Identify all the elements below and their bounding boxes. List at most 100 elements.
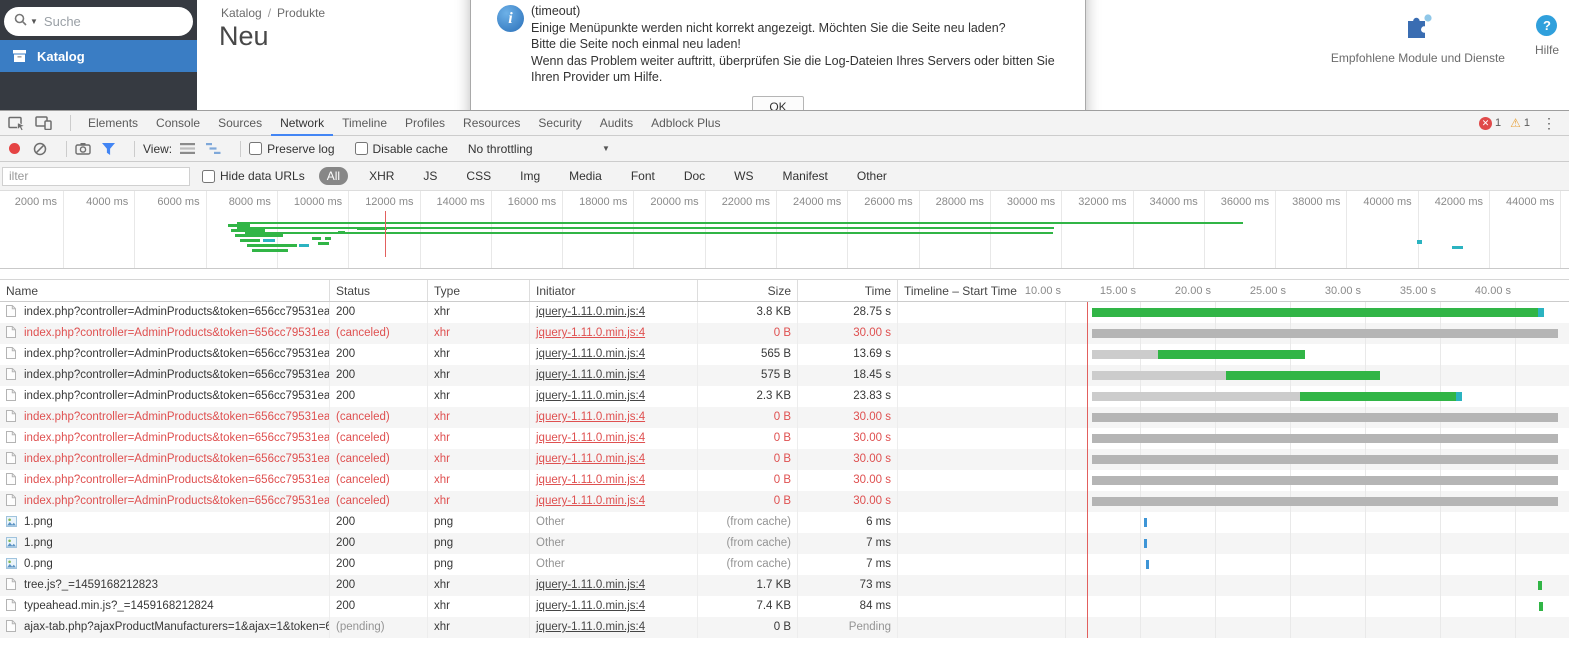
tab-timeline[interactable]: Timeline [333, 111, 396, 136]
list-view-icon[interactable] [180, 143, 196, 154]
overview-bar [247, 244, 297, 247]
column-header-size[interactable]: Size [698, 280, 798, 301]
column-header-label: Status [336, 284, 371, 298]
filter-pill-css[interactable]: CSS [458, 167, 499, 185]
request-row[interactable]: 1.png 200 png Other (from cache) 7 ms [0, 533, 1569, 554]
filter-funnel-icon[interactable] [102, 142, 115, 155]
network-overview[interactable]: 2000 ms 4000 ms 6000 ms 8000 ms 10000 ms 1200… [0, 191, 1569, 269]
disable-cache-checkbox[interactable] [354, 142, 368, 155]
recommended-modules-button[interactable]: Empfohlene Module und Dienste [1331, 0, 1505, 65]
tab-elements[interactable]: Elements [79, 111, 147, 136]
column-header-name[interactable]: Name [0, 280, 330, 301]
initiator-link[interactable]: jquery-1.11.0.min.js:4 [536, 600, 645, 612]
initiator-link[interactable]: jquery-1.11.0.min.js:4 [536, 432, 645, 444]
breadcrumb-current[interactable]: Produkte [277, 6, 325, 20]
warning-badge[interactable]: ⚠ 1 [1510, 116, 1530, 130]
tab-audits[interactable]: Audits [591, 111, 642, 136]
clear-icon[interactable] [33, 142, 47, 156]
search-input[interactable] [43, 14, 183, 29]
filter-pill-media[interactable]: Media [561, 167, 610, 185]
device-toolbar-icon[interactable] [35, 116, 52, 130]
tab-security[interactable]: Security [529, 111, 590, 136]
filter-pill-img[interactable]: Img [512, 167, 548, 185]
initiator-link[interactable]: jquery-1.11.0.min.js:4 [536, 369, 645, 381]
filter-pill-manifest[interactable]: Manifest [775, 167, 836, 185]
filter-pill-ws[interactable]: WS [726, 167, 761, 185]
cell-initiator: jquery-1.11.0.min.js:4 [530, 617, 698, 638]
initiator-link[interactable]: jquery-1.11.0.min.js:4 [536, 348, 645, 360]
hide-data-urls-toggle[interactable]: Hide data URLs [202, 169, 305, 183]
inspect-element-icon[interactable] [8, 116, 25, 131]
filter-pill-js[interactable]: JS [415, 167, 445, 185]
request-row[interactable]: index.php?controller=AdminProducts&token… [0, 428, 1569, 449]
filter-input[interactable] [2, 166, 190, 186]
waterfall-bar [1092, 308, 1538, 317]
initiator-link[interactable]: jquery-1.11.0.min.js:4 [536, 579, 645, 591]
initiator-link[interactable]: jquery-1.11.0.min.js:4 [536, 327, 645, 339]
cell-size: 7.4 KB [698, 596, 798, 617]
request-row[interactable]: index.php?controller=AdminProducts&token… [0, 491, 1569, 512]
help-label: Hilfe [1534, 43, 1559, 57]
column-header-timeline[interactable]: Timeline – Start Time 10.00 s 15.00 s 20.00… [898, 280, 1569, 301]
filter-pill-doc[interactable]: Doc [676, 167, 713, 185]
filter-pill-font[interactable]: Font [623, 167, 663, 185]
initiator-link[interactable]: jquery-1.11.0.min.js:4 [536, 453, 645, 465]
preserve-log-checkbox[interactable] [249, 142, 263, 155]
record-button[interactable] [9, 143, 20, 154]
error-badge[interactable]: ✕ 1 [1478, 116, 1501, 130]
request-row[interactable]: index.php?controller=AdminProducts&token… [0, 449, 1569, 470]
filter-pill-all[interactable]: All [318, 167, 349, 185]
request-row[interactable]: index.php?controller=AdminProducts&token… [0, 407, 1569, 428]
tab-network[interactable]: Network [271, 111, 333, 136]
cell-time: 30.00 s [798, 449, 898, 470]
admin-searchbox[interactable]: ▼ [4, 7, 193, 36]
tab-adblock-plus[interactable]: Adblock Plus [642, 111, 729, 136]
initiator-link[interactable]: jquery-1.11.0.min.js:4 [536, 390, 645, 402]
initiator-link[interactable]: jquery-1.11.0.min.js:4 [536, 474, 645, 486]
tab-sources[interactable]: Sources [209, 111, 271, 136]
tab-profiles[interactable]: Profiles [396, 111, 454, 136]
request-row[interactable]: typeahead.min.js?_=1459168212824 200 xhr jq… [0, 596, 1569, 617]
waterfall-bar [1300, 392, 1456, 401]
request-row[interactable]: index.php?controller=AdminProducts&token… [0, 344, 1569, 365]
initiator-link[interactable]: jquery-1.11.0.min.js:4 [536, 411, 645, 423]
search-scope-caret-icon[interactable]: ▼ [30, 17, 38, 26]
initiator-link[interactable]: jquery-1.11.0.min.js:4 [536, 621, 645, 633]
hide-data-urls-checkbox[interactable] [202, 169, 215, 183]
request-row[interactable]: index.php?controller=AdminProducts&token… [0, 302, 1569, 323]
request-row[interactable]: 1.png 200 png Other (from cache) 6 ms [0, 512, 1569, 533]
disable-cache-toggle[interactable]: Disable cache [354, 142, 448, 156]
tab-resources[interactable]: Resources [454, 111, 529, 136]
throttling-select[interactable]: No throttling ▼ [468, 142, 610, 156]
filter-pill-xhr[interactable]: XHR [361, 167, 402, 185]
cell-initiator: jquery-1.11.0.min.js:4 [530, 428, 698, 449]
overview-view-icon[interactable] [206, 143, 221, 154]
initiator-link[interactable]: jquery-1.11.0.min.js:4 [536, 495, 645, 507]
request-row[interactable]: index.php?controller=AdminProducts&token… [0, 470, 1569, 491]
column-header-type[interactable]: Type [428, 280, 530, 301]
breadcrumb-parent[interactable]: Katalog [221, 6, 262, 20]
column-header-initiator[interactable]: Initiator [530, 280, 698, 301]
request-row[interactable]: 0.png 200 png Other (from cache) 7 ms [0, 554, 1569, 575]
cell-name: index.php?controller=AdminProducts&token… [0, 449, 330, 470]
more-options-icon[interactable]: ⋮ [1539, 115, 1559, 132]
screenshot-capture-icon[interactable] [75, 142, 91, 155]
request-row[interactable]: index.php?controller=AdminProducts&token… [0, 323, 1569, 344]
waterfall-bar [1092, 371, 1226, 380]
request-row[interactable]: index.php?controller=AdminProducts&token… [0, 365, 1569, 386]
column-header-status[interactable]: Status [330, 280, 428, 301]
sidebar-item-katalog[interactable]: Katalog [0, 40, 197, 72]
request-row[interactable]: index.php?controller=AdminProducts&token… [0, 386, 1569, 407]
tab-console[interactable]: Console [147, 111, 209, 136]
request-row[interactable]: tree.js?_=1459168212823 200 xhr jquery-1.11… [0, 575, 1569, 596]
dialog-text-line: Bitte die Seite noch einmal neu laden! [531, 37, 741, 51]
request-row[interactable]: ajax-tab.php?ajaxProductManufacturers=1&… [0, 617, 1569, 638]
column-header-time[interactable]: Time [798, 280, 898, 301]
preserve-log-toggle[interactable]: Preserve log [249, 142, 335, 156]
help-button[interactable]: ? Hilfe [1535, 0, 1559, 65]
network-toolbar: View: Preserve log Disable cache No thro… [0, 136, 1569, 162]
cell-initiator: jquery-1.11.0.min.js:4 [530, 386, 698, 407]
initiator-link[interactable]: jquery-1.11.0.min.js:4 [536, 306, 645, 318]
overview-bar [1452, 246, 1463, 249]
filter-pill-other[interactable]: Other [849, 167, 895, 185]
